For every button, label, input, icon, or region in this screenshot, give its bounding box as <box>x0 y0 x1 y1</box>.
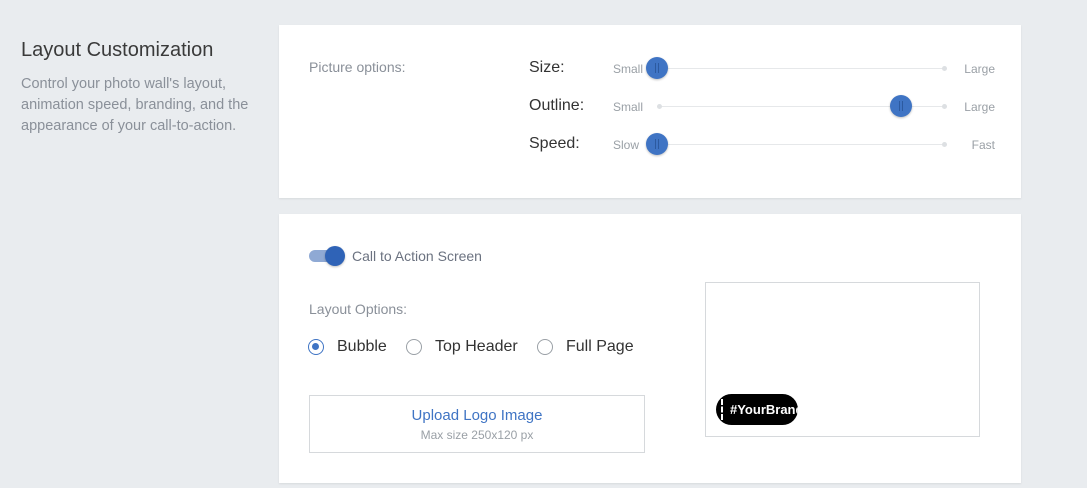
speed-slider-row: Speed: Slow Fast <box>529 133 999 157</box>
speed-slider-track[interactable] <box>646 133 947 155</box>
radio-full-page-circle[interactable] <box>537 339 553 355</box>
radio-top-header-label: Top Header <box>435 338 518 355</box>
outline-slider-track[interactable] <box>657 95 947 117</box>
cta-toggle[interactable] <box>309 246 345 266</box>
outline-slider-label: Outline: <box>529 97 585 114</box>
size-min-label: Small <box>613 62 644 76</box>
call-to-action-card: Call to Action Screen Layout Options: Bu… <box>279 214 1021 483</box>
speed-slider-label: Speed: <box>529 135 580 152</box>
upload-logo-button[interactable]: Upload Logo Image Max size 250x120 px <box>309 395 645 453</box>
speed-max-label: Fast <box>971 138 995 152</box>
bubble-edge-marker <box>721 399 723 420</box>
radio-bubble-label: Bubble <box>337 338 387 355</box>
outline-min-label: Small <box>613 100 644 114</box>
outline-slider-handle[interactable] <box>889 95 912 117</box>
speed-slider-handle[interactable] <box>646 133 668 155</box>
layout-options-label: Layout Options: <box>309 301 408 317</box>
radio-bubble-circle[interactable] <box>308 339 324 355</box>
upload-logo-title: Upload Logo Image <box>411 407 543 424</box>
cta-toggle-label: Call to Action Screen <box>352 248 482 264</box>
size-max-label: Large <box>964 62 995 76</box>
size-slider-handle[interactable] <box>646 57 668 79</box>
picture-options-card: Picture options: Size: Small Large Outli… <box>279 25 1021 198</box>
bubble-text: #YourBrand <box>730 402 798 417</box>
section-intro: Layout Customization Control your photo … <box>21 38 251 137</box>
radio-top-header-circle[interactable] <box>406 339 422 355</box>
size-slider-label: Size: <box>529 59 565 76</box>
section-description: Control your photo wall's layout, animat… <box>21 76 249 134</box>
speed-min-label: Slow <box>613 138 640 152</box>
brand-bubble: #YourBrand <box>716 394 798 425</box>
cta-preview: #YourBrand <box>705 282 980 437</box>
picture-options-label: Picture options: <box>309 59 406 75</box>
section-title: Layout Customization <box>21 39 214 61</box>
outline-slider-row: Outline: Small Large <box>529 95 999 119</box>
size-slider-row: Size: Small Large <box>529 57 999 81</box>
size-slider-track[interactable] <box>646 57 947 79</box>
radio-full-page-label: Full Page <box>566 338 634 355</box>
toggle-knob <box>325 246 345 266</box>
outline-max-label: Large <box>964 100 995 114</box>
upload-logo-size-hint: Max size 250x120 px <box>420 428 534 442</box>
